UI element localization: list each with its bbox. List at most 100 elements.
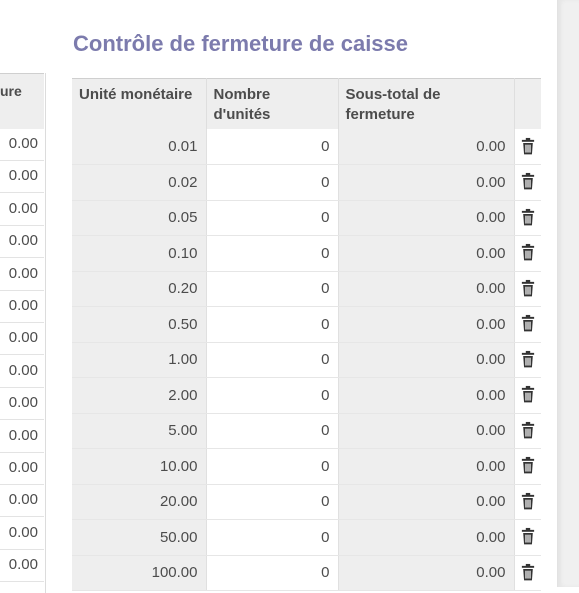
unit-value: 0.50 xyxy=(72,306,207,343)
subtotal-value: 0.00 xyxy=(338,413,515,449)
trash-icon[interactable] xyxy=(520,279,536,299)
unit-count-input[interactable]: 0 xyxy=(206,448,339,485)
left-table-row: 0.00 xyxy=(0,128,44,161)
delete-row-button[interactable] xyxy=(514,164,541,201)
left-row-value: 0.00 xyxy=(8,135,38,152)
unit-count-input[interactable]: 0 xyxy=(206,306,339,343)
table-row: 20.00 0 0.00 xyxy=(72,484,541,520)
unit-value: 0.05 xyxy=(72,200,207,236)
subtotal-value: 0.00 xyxy=(338,377,515,414)
delete-row-button[interactable] xyxy=(514,200,541,236)
unit-value: 2.00 xyxy=(72,377,207,414)
unit-value: 20.00 xyxy=(72,484,207,520)
left-row-value: 0.00 xyxy=(8,297,38,314)
trash-icon[interactable] xyxy=(520,421,536,441)
left-row-value: 0.00 xyxy=(8,199,38,217)
left-row-value: 0.00 xyxy=(8,264,38,282)
left-row-value: 0.00 xyxy=(8,523,38,541)
subtotal-value: 0.00 xyxy=(338,235,515,272)
unit-count-input[interactable]: 0 xyxy=(206,519,339,556)
delete-row-button[interactable] xyxy=(514,235,541,272)
trash-icon[interactable] xyxy=(520,208,536,228)
left-table-row: 0.00 xyxy=(0,387,44,421)
trash-icon[interactable] xyxy=(520,314,536,334)
subtotal-value: 0.00 xyxy=(338,342,515,378)
delete-row-button[interactable] xyxy=(514,448,541,485)
left-row-value: 0.00 xyxy=(8,556,38,574)
unit-value: 0.20 xyxy=(72,271,207,307)
left-row-value: 0.00 xyxy=(8,361,38,379)
delete-row-button[interactable] xyxy=(514,555,541,591)
trash-icon[interactable] xyxy=(520,172,536,192)
trash-icon[interactable] xyxy=(520,243,536,263)
subtotal-value: 0.00 xyxy=(338,484,515,520)
page-scrollbar[interactable] xyxy=(557,0,579,587)
left-row-value: 0.00 xyxy=(8,329,38,347)
unit-count-input[interactable]: 0 xyxy=(206,377,339,414)
left-table-header: ure xyxy=(0,73,44,129)
delete-row-button[interactable] xyxy=(514,413,541,449)
trash-icon[interactable] xyxy=(520,492,536,512)
delete-row-button[interactable] xyxy=(514,271,541,307)
unit-count-input[interactable]: 0 xyxy=(206,413,339,449)
trash-icon[interactable] xyxy=(520,527,536,547)
subtotal-value: 0.00 xyxy=(338,306,515,343)
table-row: 0.02 0 0.00 xyxy=(72,164,541,201)
unit-count-input[interactable]: 0 xyxy=(206,484,339,520)
unit-count-input[interactable]: 0 xyxy=(206,129,339,165)
table-row: 0.01 0 0.00 xyxy=(72,129,541,165)
unit-value: 10.00 xyxy=(72,448,207,485)
left-table-row: 0.00 xyxy=(0,193,44,226)
unit-count-input[interactable]: 0 xyxy=(206,235,339,272)
column-header-unit[interactable]: Unité monétaire xyxy=(72,78,207,129)
left-row-value: 0.00 xyxy=(8,491,38,509)
delete-row-button[interactable] xyxy=(514,519,541,556)
trash-icon[interactable] xyxy=(520,385,536,405)
subtotal-value: 0.00 xyxy=(338,555,515,591)
unit-count-input[interactable]: 0 xyxy=(206,164,339,201)
table-row: 100.00 0 0.00 xyxy=(72,555,541,591)
left-table-row: 0.00 xyxy=(0,225,44,259)
unit-count-input[interactable]: 0 xyxy=(206,342,339,378)
left-table-row: 0.00 xyxy=(0,452,44,485)
unit-value: 50.00 xyxy=(72,519,207,556)
delete-row-button[interactable] xyxy=(514,342,541,378)
left-table-row: 0.00 xyxy=(0,517,44,550)
subtotal-value: 0.00 xyxy=(338,271,515,307)
left-row-value: 0.00 xyxy=(8,167,38,185)
page-title: Contrôle de fermeture de caisse xyxy=(73,31,409,56)
subtotal-value: 0.00 xyxy=(338,200,515,236)
cash-control-table: Unité monétaire Nombre d'unités Sous-tota… xyxy=(72,78,541,591)
unit-count-input[interactable]: 0 xyxy=(206,200,339,236)
left-table-row: 0.00 xyxy=(0,290,44,323)
left-table-row: 0.00 xyxy=(0,549,44,583)
table-row: 0.50 0 0.00 xyxy=(72,306,541,343)
unit-value: 0.10 xyxy=(72,235,207,272)
left-table-row: 0.00 xyxy=(0,322,44,356)
unit-count-input[interactable]: 0 xyxy=(206,555,339,591)
delete-row-button[interactable] xyxy=(514,377,541,414)
unit-value: 0.02 xyxy=(72,164,207,201)
left-table-row: 0.00 xyxy=(0,484,44,518)
left-table-row: 0.00 xyxy=(0,420,44,453)
delete-row-button[interactable] xyxy=(514,484,541,520)
table-row: 10.00 0 0.00 xyxy=(72,448,541,485)
table-row: 5.00 0 0.00 xyxy=(72,413,541,449)
delete-row-button[interactable] xyxy=(514,129,541,165)
unit-value: 100.00 xyxy=(72,555,207,591)
trash-icon[interactable] xyxy=(520,350,536,370)
trash-icon[interactable] xyxy=(520,137,536,157)
table-row: 0.10 0 0.00 xyxy=(72,235,541,272)
column-header-actions xyxy=(514,78,541,129)
column-header-subtotal[interactable]: Sous-total de fermeture xyxy=(338,78,515,129)
trash-icon[interactable] xyxy=(520,563,536,583)
delete-row-button[interactable] xyxy=(514,306,541,343)
left-table-row: 0.00 xyxy=(0,258,44,291)
trash-icon[interactable] xyxy=(520,456,536,476)
left-row-value: 0.00 xyxy=(8,394,38,412)
unit-value: 0.01 xyxy=(72,129,207,165)
column-header-count[interactable]: Nombre d'unités xyxy=(206,78,339,129)
subtotal-value: 0.00 xyxy=(338,519,515,556)
unit-count-input[interactable]: 0 xyxy=(206,271,339,307)
unit-value: 1.00 xyxy=(72,342,207,378)
